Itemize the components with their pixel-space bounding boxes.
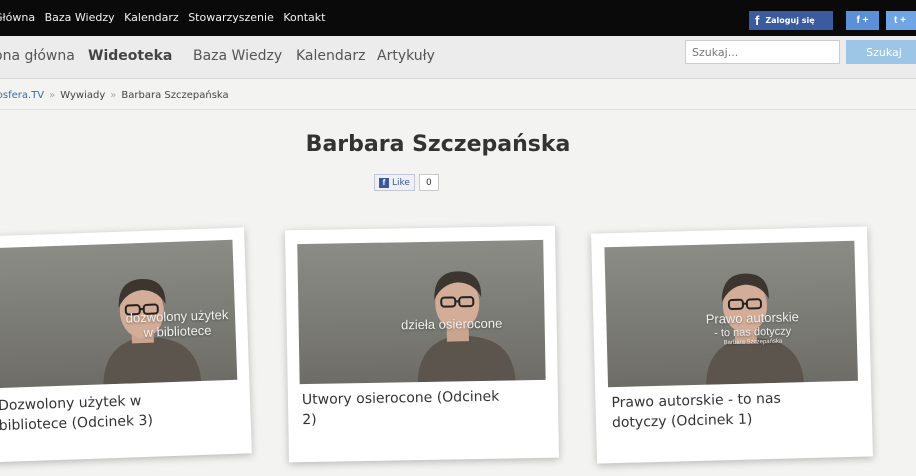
top-link-baza-wiedzy[interactable]: Baza Wiedzy [45, 11, 115, 24]
divider [0, 109, 916, 110]
breadcrumb-separator: » [49, 90, 56, 101]
video-caption: dzieła osierocone [400, 315, 503, 333]
twitter-share-button[interactable]: t + [886, 11, 916, 30]
facebook-icon: f [755, 13, 760, 28]
top-bar: Główna Baza Wiedzy Kalendarz Stowarzysze… [0, 0, 916, 36]
search-button[interactable]: Szukaj [846, 40, 916, 64]
video-thumbnail[interactable]: dzieła osierocone [297, 239, 546, 385]
nav-item-home[interactable]: ona główna [0, 48, 75, 64]
top-link-kontakt[interactable]: Kontakt [283, 11, 325, 24]
person-image [417, 271, 516, 383]
like-count: 0 [418, 174, 439, 191]
video-card[interactable]: dzieła osierocone Utwory osierocone (Odc… [284, 225, 560, 463]
facebook-login-button[interactable]: f Zaloguj się [749, 11, 833, 30]
video-title[interactable]: 2) [302, 406, 546, 431]
nav-item-artykuly[interactable]: Artykuły [377, 48, 435, 64]
search-input[interactable] [685, 40, 840, 64]
like-button[interactable]: f Like [374, 174, 415, 191]
breadcrumb-current: Barbara Szczepańska [121, 90, 229, 101]
top-link-glowna[interactable]: Główna [0, 11, 35, 24]
video-card[interactable]: Prawo autorskie - to nas dotyczy Barbara… [591, 226, 873, 464]
nav-item-baza-wiedzy[interactable]: Baza Wiedzy [193, 48, 282, 64]
facebook-like-widget: f Like 0 [374, 174, 439, 191]
top-link-stowarzyszenie[interactable]: Stowarzyszenie [188, 11, 274, 24]
video-caption: Prawo autorskie [705, 309, 800, 327]
nav-item-wideoteka[interactable]: Wideoteka [88, 48, 172, 64]
video-thumbnail[interactable]: Prawo autorskie - to nas dotyczy Barbara… [604, 240, 858, 388]
nav-item-kalendarz[interactable]: Kalendarz [296, 48, 365, 64]
video-card[interactable]: dozwolony użytek w bibliotece Dozwolony … [0, 227, 252, 463]
like-label: Like [392, 177, 410, 188]
breadcrumb-wywiady[interactable]: Wywiady [60, 90, 105, 101]
breadcrumb-home[interactable]: iosfera.TV [0, 90, 44, 101]
facebook-icon: f [379, 177, 389, 188]
page-title: Barbara Szczepańska [305, 132, 571, 157]
facebook-login-label: Zaloguj się [765, 16, 815, 25]
top-links: Główna Baza Wiedzy Kalendarz Stowarzysze… [0, 11, 331, 24]
facebook-share-button[interactable]: f + [846, 11, 879, 30]
breadcrumb-separator: » [110, 90, 117, 101]
breadcrumb: iosfera.TV » Wywiady » Barbara Szczepańska [0, 90, 229, 101]
video-thumbnail[interactable]: dozwolony użytek w bibliotece [0, 239, 238, 389]
top-link-kalendarz[interactable]: Kalendarz [124, 11, 179, 24]
